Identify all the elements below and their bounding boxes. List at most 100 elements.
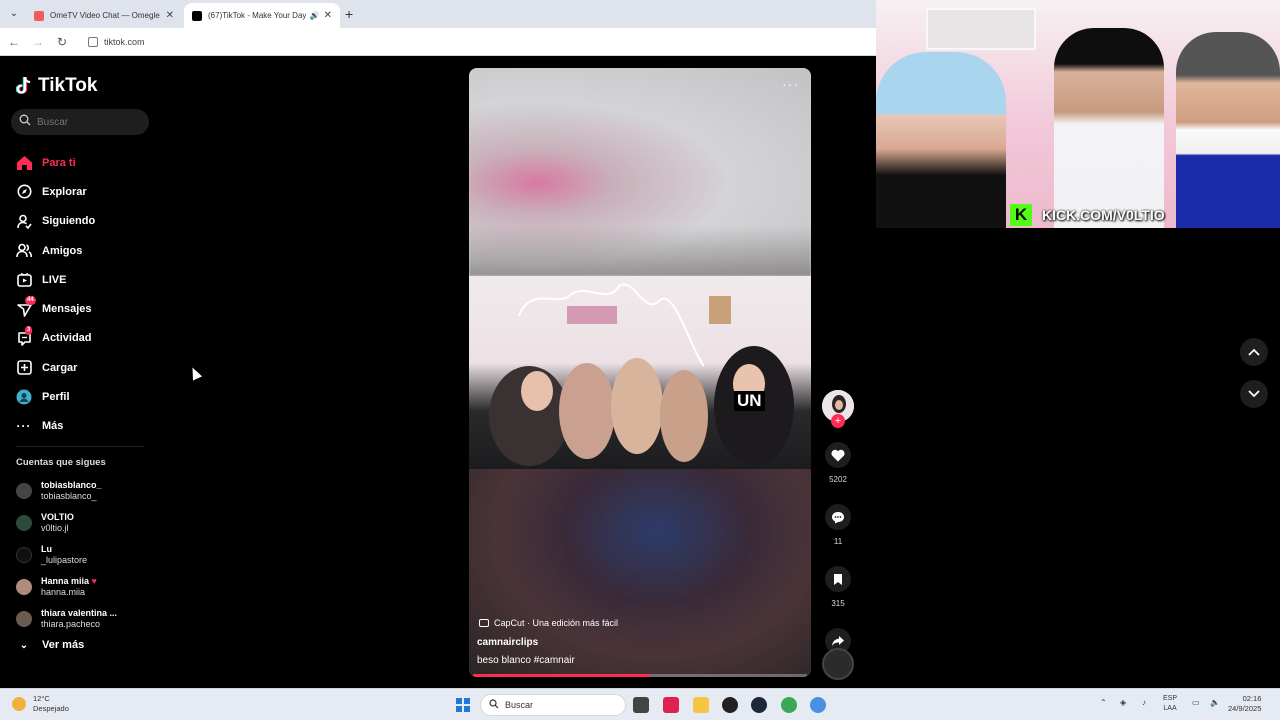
sidebar-item-actividad[interactable]: 3 Actividad bbox=[16, 324, 146, 353]
capcut-effect-link[interactable]: CapCut · Una edición más fácil bbox=[479, 618, 618, 628]
close-tab-icon[interactable]: ✕ bbox=[324, 10, 332, 21]
following-account[interactable]: thiara valentina ... thiara.pacheco bbox=[16, 603, 146, 635]
search-icon bbox=[489, 696, 499, 714]
following-account[interactable]: Hanna miia ♥ hanna.miia bbox=[16, 571, 146, 603]
start-button-icon[interactable] bbox=[456, 698, 470, 712]
mic-tray-icon[interactable]: ♪ bbox=[1142, 698, 1146, 707]
display-tray-icon[interactable]: ▭ bbox=[1192, 698, 1200, 707]
video-progress-bar[interactable] bbox=[473, 674, 807, 677]
search-icon bbox=[19, 113, 31, 131]
tiktok-search-box[interactable] bbox=[11, 109, 149, 135]
home-icon bbox=[16, 155, 32, 171]
heart-icon: ♥ bbox=[91, 576, 97, 586]
sidebar-item-label: Para ti bbox=[42, 156, 76, 169]
follow-plus-icon[interactable]: + bbox=[831, 414, 845, 428]
sidebar-item-label: Cargar bbox=[42, 361, 78, 374]
account-username: hanna.miia bbox=[41, 587, 86, 597]
creator-avatar[interactable]: + bbox=[822, 390, 854, 428]
account-name: tobiasblanco_ bbox=[41, 480, 102, 490]
browser-tab-tiktok[interactable]: (67)TikTok - Make Your Day 🔊 ✕ bbox=[184, 3, 340, 28]
back-arrow-icon[interactable]: ← bbox=[6, 34, 22, 50]
following-section-title: Cuentas que sigues bbox=[16, 457, 106, 468]
sidebar-item-label: Perfil bbox=[42, 391, 70, 404]
save-count: 315 bbox=[831, 599, 845, 608]
activity-badge: 3 bbox=[25, 325, 33, 335]
taskbar-clock[interactable]: 02:16 24/9/2025 bbox=[1228, 694, 1261, 714]
chevron-down-icon: ⌄ bbox=[19, 639, 29, 651]
bookmark-icon bbox=[825, 566, 851, 592]
tiktok-favicon-icon bbox=[192, 10, 202, 21]
site-info-icon[interactable] bbox=[88, 37, 98, 47]
language-indicator[interactable]: ESP LAA bbox=[1163, 694, 1177, 714]
sidebar-item-mensajes[interactable]: 44 Mensajes bbox=[16, 294, 146, 323]
weather-desc: Despejado bbox=[33, 704, 69, 713]
account-name: Hanna miia ♥ bbox=[41, 576, 97, 586]
like-button[interactable]: 5202 bbox=[822, 442, 854, 484]
streamer-person-left bbox=[876, 52, 1006, 228]
search-input[interactable] bbox=[37, 116, 137, 128]
video-progress-fill bbox=[473, 674, 651, 677]
tiktok-note-icon bbox=[15, 76, 34, 96]
forward-arrow-icon[interactable]: → bbox=[30, 34, 46, 50]
music-disc-icon[interactable] bbox=[822, 648, 854, 680]
following-account[interactable]: Lu _lulipastore bbox=[16, 539, 146, 571]
taskbar-search-label: Buscar bbox=[505, 700, 534, 710]
previous-video-button[interactable] bbox=[1240, 338, 1268, 366]
sidebar-item-cargar[interactable]: Cargar bbox=[16, 353, 146, 382]
sidebar-item-label: LIVE bbox=[42, 273, 67, 286]
see-more-button[interactable]: ⌄ Ver más bbox=[16, 639, 84, 651]
account-name: thiara valentina ... bbox=[41, 608, 118, 618]
account-username: _lulipastore bbox=[41, 555, 88, 565]
heart-icon bbox=[825, 442, 851, 468]
save-button[interactable]: 315 bbox=[822, 566, 854, 608]
url-field[interactable]: tiktok.com bbox=[80, 33, 870, 51]
stream-video-overlay: K KICK.COM/V0LTIO bbox=[876, 0, 1280, 228]
avatar bbox=[16, 483, 32, 499]
sidebar-item-live[interactable]: LIVE bbox=[16, 265, 146, 294]
browser-app-icon[interactable] bbox=[810, 697, 826, 713]
close-tab-icon[interactable]: ✕ bbox=[166, 10, 174, 21]
video-more-options-icon[interactable]: ··· bbox=[782, 76, 799, 92]
mouse-cursor-icon bbox=[187, 365, 203, 381]
sidebar-item-mas[interactable]: ··· Más bbox=[16, 412, 146, 441]
tiktok-app-icon[interactable] bbox=[663, 697, 679, 713]
network-tray-icon[interactable]: ◈ bbox=[1120, 698, 1126, 707]
tiktok-logo-text: TikTok bbox=[38, 75, 98, 96]
weather-widget[interactable]: 12°C Despejado bbox=[12, 694, 69, 714]
sidebar-item-siguiendo[interactable]: Siguiendo bbox=[16, 207, 146, 236]
speaker-icon[interactable]: 🔊 bbox=[310, 11, 320, 20]
following-icon bbox=[16, 213, 32, 229]
video-player[interactable]: UN ··· CapCut · Una edición más fácil ca… bbox=[469, 68, 811, 677]
tiktok-logo[interactable]: TikTok bbox=[15, 75, 98, 97]
sidebar-item-perfil[interactable]: Perfil bbox=[16, 382, 146, 411]
next-video-button[interactable] bbox=[1240, 380, 1268, 408]
new-tab-plus-icon[interactable]: + bbox=[345, 6, 353, 22]
following-list: tobiasblanco_ tobiasblanco_ VOLTIO v0ltio.… bbox=[16, 475, 146, 635]
video-description[interactable]: beso blanco #camnair bbox=[477, 655, 575, 666]
chevron-down-icon bbox=[1248, 390, 1260, 398]
video-username[interactable]: camnairclips bbox=[477, 637, 538, 648]
reload-icon[interactable]: ↻ bbox=[54, 34, 70, 50]
tab-list-chevron-icon[interactable]: ⌄ bbox=[6, 6, 22, 22]
following-account[interactable]: VOLTIO v0ltio.jl bbox=[16, 507, 146, 539]
taskbar-search[interactable]: Buscar bbox=[480, 694, 626, 716]
sidebar-item-explorar[interactable]: Explorar bbox=[16, 177, 146, 206]
sidebar-item-label: Mensajes bbox=[42, 303, 92, 316]
like-count: 5202 bbox=[829, 475, 847, 484]
volume-tray-icon[interactable]: 🔈 bbox=[1210, 698, 1220, 707]
chevron-up-icon bbox=[1248, 348, 1260, 356]
steam-app-icon[interactable] bbox=[751, 697, 767, 713]
comment-button[interactable]: 11 bbox=[822, 504, 854, 546]
video-frame-middle: UN bbox=[469, 276, 811, 469]
streamer-person-right bbox=[1176, 32, 1280, 228]
obs-app-icon[interactable] bbox=[722, 697, 738, 713]
sidebar-item-amigos[interactable]: Amigos bbox=[16, 236, 146, 265]
tray-overflow-chevron-icon[interactable]: ⌃ bbox=[1100, 698, 1107, 707]
sidebar-item-label: Siguiendo bbox=[42, 215, 96, 228]
file-explorer-icon[interactable] bbox=[693, 697, 709, 713]
task-view-icon[interactable] bbox=[633, 697, 649, 713]
sidebar-item-para-ti[interactable]: Para ti bbox=[16, 148, 146, 177]
chrome-app-icon[interactable] bbox=[781, 697, 797, 713]
browser-tab-ometv[interactable]: OmeTV Video Chat — Omegle ✕ bbox=[26, 3, 182, 28]
following-account[interactable]: tobiasblanco_ tobiasblanco_ bbox=[16, 475, 146, 507]
